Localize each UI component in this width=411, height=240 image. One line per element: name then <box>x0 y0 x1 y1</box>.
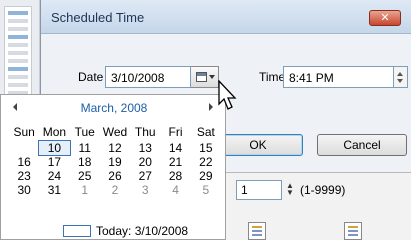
mouse-pointer-icon <box>218 80 237 110</box>
weekday-label: Tue <box>74 125 95 139</box>
calendar-day[interactable]: 5 <box>191 183 221 197</box>
chevron-down-icon <box>209 75 215 79</box>
calendar-popup: March, 2008 Sun Mon Tue Wed Thu Fri Sat … <box>0 94 226 240</box>
calendar-day[interactable]: 29 <box>191 169 221 183</box>
calendar-day[interactable]: 20 <box>130 155 160 169</box>
date-label: Date <box>78 70 104 84</box>
calendar-week-row: 10 11 12 13 14 15 <box>9 140 221 156</box>
quantity-spinner[interactable]: ▲ ▼ <box>286 182 294 197</box>
calendar-day[interactable]: 15 <box>191 141 221 155</box>
dialog-title: Scheduled Time <box>51 10 145 25</box>
weekday-label: Mon <box>42 125 67 139</box>
calendar-day[interactable]: 28 <box>160 169 190 183</box>
calendar-day[interactable]: 26 <box>100 169 130 183</box>
calendar-day[interactable]: 11 <box>70 141 100 155</box>
weekday-label: Fri <box>168 125 183 139</box>
calendar-day[interactable]: 16 <box>9 155 39 169</box>
calendar-week-row: 30 31 1 2 3 4 5 <box>9 183 221 197</box>
today-link[interactable]: Today: 3/10/2008 <box>63 224 188 238</box>
calendar-day[interactable]: 4 <box>160 183 190 197</box>
spin-down-icon[interactable] <box>397 79 403 83</box>
spin-up-icon[interactable] <box>397 72 403 76</box>
calendar-day[interactable]: 1 <box>70 183 100 197</box>
calendar-day[interactable]: 21 <box>160 155 190 169</box>
document-icon[interactable] <box>344 222 362 240</box>
calendar-day[interactable]: 18 <box>70 155 100 169</box>
weekday-label: Sun <box>13 125 35 139</box>
calendar-day[interactable]: 23 <box>9 169 39 183</box>
weekday-label: Sat <box>196 125 215 139</box>
calendar-day[interactable]: 14 <box>160 141 190 155</box>
next-month-icon[interactable] <box>209 103 213 111</box>
calendar-day[interactable]: 24 <box>39 169 69 183</box>
calendar-day[interactable]: 2 <box>100 183 130 197</box>
quantity-range-label: (1-9999) <box>300 183 346 197</box>
calendar-header: March, 2008 <box>1 101 227 115</box>
calendar-dropdown-button[interactable] <box>191 66 219 88</box>
quantity-input[interactable]: 1 <box>236 180 282 200</box>
weekday-header: Sun Mon Tue Wed Thu Fri Sat <box>9 125 221 139</box>
calendar-week-row: 23 24 25 26 27 28 29 <box>9 169 221 183</box>
calendar-day[interactable]: 12 <box>100 141 130 155</box>
calendar-day[interactable]: 27 <box>130 169 160 183</box>
time-label: Time <box>259 70 286 84</box>
calendar-day[interactable]: 31 <box>39 183 69 197</box>
weekday-label: Wed <box>102 125 128 139</box>
calendar-day[interactable]: 25 <box>70 169 100 183</box>
month-label[interactable]: March, 2008 <box>1 101 227 115</box>
document-icon[interactable] <box>248 222 266 240</box>
date-input[interactable]: 3/10/2008 <box>105 66 191 88</box>
weekday-label: Thu <box>134 125 156 139</box>
dialog-titlebar: Scheduled Time ✕ <box>41 0 411 34</box>
calendar-day <box>9 141 39 155</box>
calendar-day[interactable]: 10 <box>38 140 71 156</box>
calendar-icon <box>196 72 207 82</box>
calendar-day[interactable]: 19 <box>100 155 130 169</box>
calendar-day[interactable]: 17 <box>39 155 69 169</box>
time-input[interactable]: 8:41 PM <box>283 66 394 88</box>
calendar-day[interactable]: 30 <box>9 183 39 197</box>
cancel-button[interactable]: Cancel <box>317 134 407 156</box>
ok-button[interactable]: OK <box>213 134 303 156</box>
close-button[interactable]: ✕ <box>369 10 401 26</box>
calendar-week-row: 16 17 18 19 20 21 22 <box>9 155 221 169</box>
today-label: Today: 3/10/2008 <box>96 224 189 238</box>
calendar-day[interactable]: 13 <box>130 141 160 155</box>
today-marker-icon <box>63 225 91 237</box>
time-spinner[interactable] <box>394 66 408 88</box>
calendar-day[interactable]: 3 <box>130 183 160 197</box>
calendar-day[interactable]: 22 <box>191 155 221 169</box>
